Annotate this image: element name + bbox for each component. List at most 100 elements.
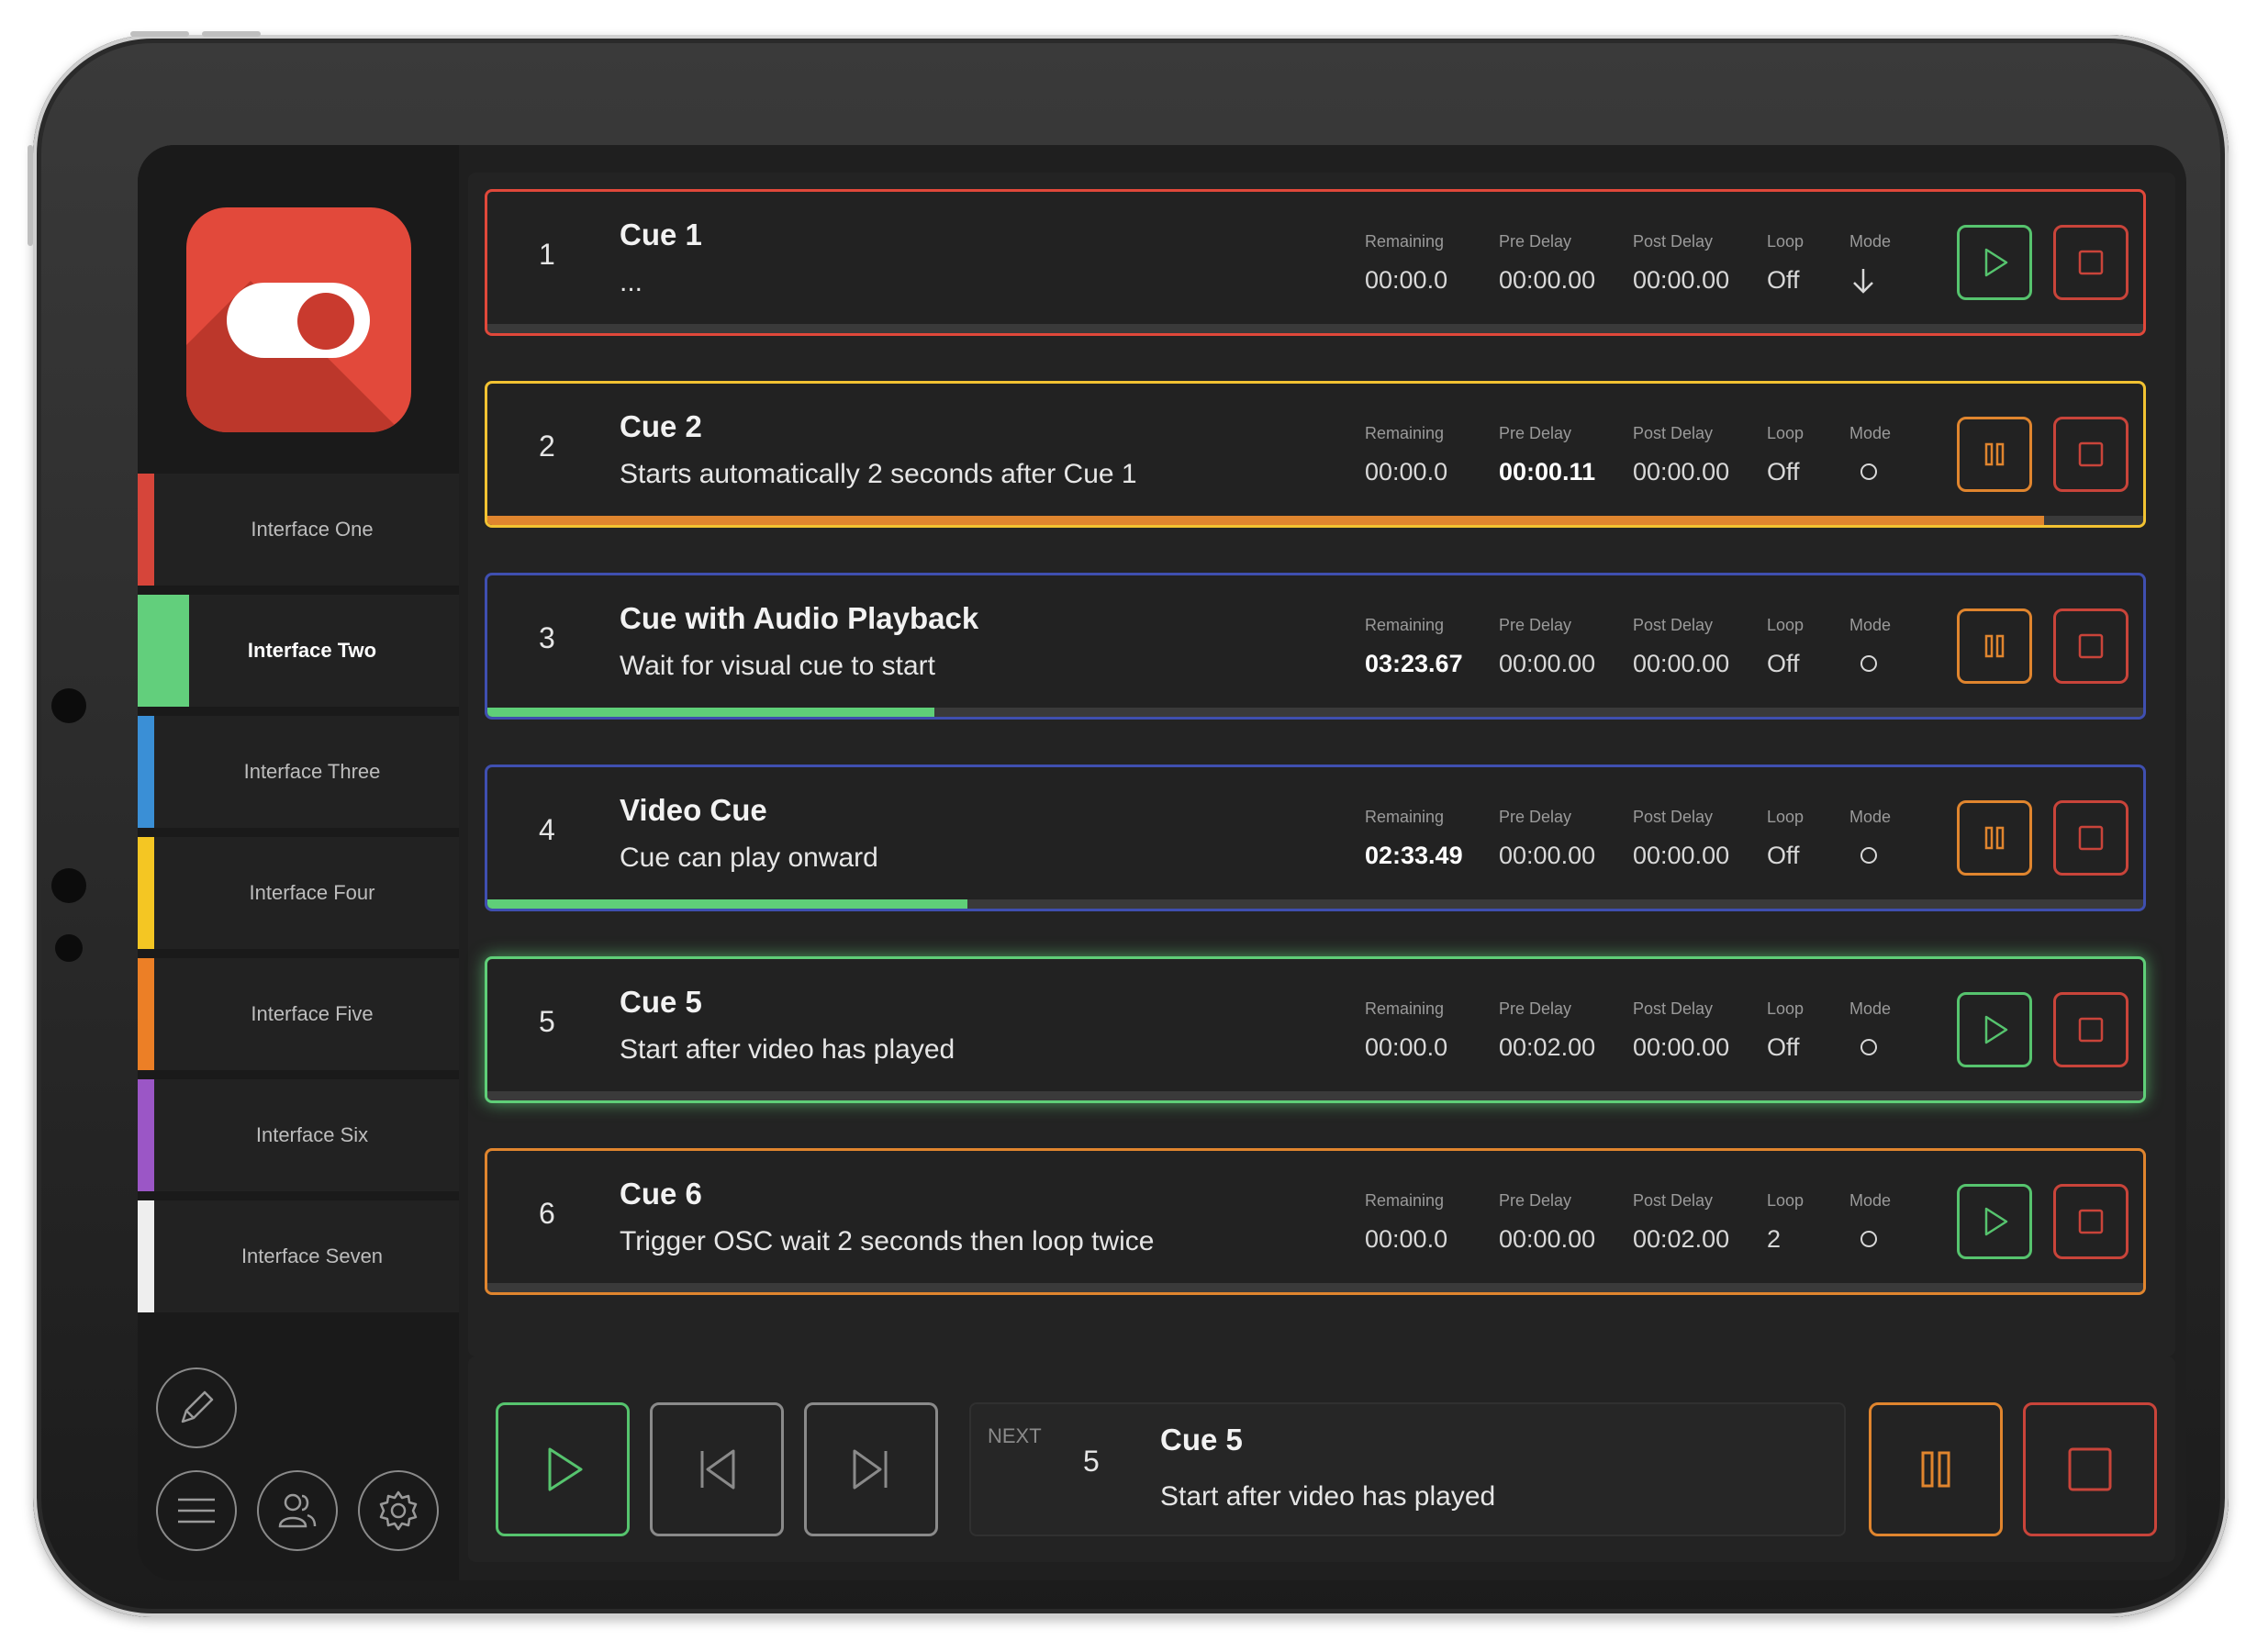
column-header: Post Delay <box>1633 808 1714 826</box>
settings-button[interactable] <box>358 1470 439 1551</box>
camera-lens <box>51 868 86 903</box>
cue-pause-button[interactable] <box>1957 608 2032 684</box>
column-header: Remaining <box>1365 1191 1445 1210</box>
cue-stop-button[interactable] <box>2053 800 2129 876</box>
column-header: Remaining <box>1365 232 1445 251</box>
sidebar-item-2[interactable]: Interface Two <box>138 595 459 707</box>
menu-icon <box>178 1498 215 1524</box>
column-header: Mode <box>1849 808 1892 826</box>
cue-pre-delay-value: 00:00.00 <box>1499 650 1596 677</box>
cue-loop-value: Off <box>1767 842 1800 869</box>
cue-play-button[interactable] <box>1957 225 2032 300</box>
sidebar-item-1[interactable]: Interface One <box>138 474 459 586</box>
top-button-1 <box>130 31 189 37</box>
cue-stop-button[interactable] <box>2053 417 2129 492</box>
next-cue-button[interactable] <box>804 1402 938 1536</box>
cue-progress-track <box>487 899 2143 909</box>
menu-button[interactable] <box>156 1470 237 1551</box>
column-header: Pre Delay <box>1499 232 1572 251</box>
cue-remaining-field: Remaining 00:00.0 <box>1365 232 1447 295</box>
previous-cue-button[interactable] <box>650 1402 784 1536</box>
sidebar-item-label: Interface Four <box>249 881 375 904</box>
cue-title: Video Cue <box>620 793 767 827</box>
sidebar-item-label: Interface Five <box>251 1002 374 1025</box>
side-button <box>28 145 33 246</box>
cue-post-delay-field: Post Delay 00:02.00 <box>1633 1191 1729 1254</box>
column-header: Mode <box>1849 1191 1892 1210</box>
pause-all-button[interactable] <box>1869 1402 2003 1536</box>
camera-flash <box>55 934 83 962</box>
cue-loop-value: Off <box>1767 1033 1800 1061</box>
column-header: Mode <box>1849 424 1892 442</box>
cue-row-6[interactable]: 6 Cue 6 Trigger OSC wait 2 seconds then lo… <box>485 1148 2146 1295</box>
cue-remaining-field: Remaining 00:00.0 <box>1365 999 1447 1062</box>
sidebar-item-5[interactable]: Interface Five <box>138 958 459 1070</box>
cue-description: ... <box>620 267 643 297</box>
cue-mode-value <box>1849 458 1891 486</box>
cue-mode-field: Mode <box>1849 808 1891 870</box>
cue-progress-fill <box>487 516 2044 525</box>
cue-row-4[interactable]: 4 Video Cue Cue can play onward Remaining 02… <box>485 765 2146 911</box>
cue-mode-field: Mode <box>1849 232 1891 302</box>
pause-icon <box>1921 1451 1950 1488</box>
circle-icon <box>1860 463 1877 480</box>
sidebar-item-6[interactable]: Interface Six <box>138 1079 459 1191</box>
cue-row-3[interactable]: 3 Cue with Audio Playback Wait for visual … <box>485 573 2146 720</box>
pause-icon <box>1984 442 2005 466</box>
sidebar-item-7[interactable]: Interface Seven <box>138 1200 459 1312</box>
cue-number: 4 <box>539 813 555 846</box>
column-header: Loop <box>1767 232 1804 251</box>
cue-mode-value <box>1849 650 1891 678</box>
stop-all-button[interactable] <box>2023 1402 2157 1536</box>
cue-play-button[interactable] <box>1957 1184 2032 1259</box>
edit-button[interactable] <box>156 1367 237 1448</box>
cue-description: Wait for visual cue to start <box>620 651 936 681</box>
cue-remaining-field: Remaining 00:00.0 <box>1365 1191 1447 1254</box>
cue-progress-track <box>487 1283 2143 1292</box>
cue-progress-track <box>487 1091 2143 1100</box>
users-button[interactable] <box>257 1470 338 1551</box>
sidebar-item-color-stripe <box>138 1200 154 1312</box>
cue-mode-field: Mode <box>1849 999 1891 1062</box>
cue-title: Cue 2 <box>620 409 702 443</box>
sidebar-item-3[interactable]: Interface Three <box>138 716 459 828</box>
go-play-button[interactable] <box>496 1402 630 1536</box>
cue-loop-field: Loop 2 <box>1767 1191 1804 1254</box>
cue-description: Starts automatically 2 seconds after Cue… <box>620 459 1137 489</box>
cue-row-5[interactable]: 5 Cue 5 Start after video has played Remain… <box>485 956 2146 1103</box>
cue-stop-button[interactable] <box>2053 608 2129 684</box>
cue-stop-button[interactable] <box>2053 225 2129 300</box>
cue-play-button[interactable] <box>1957 992 2032 1067</box>
cue-remaining-value: 00:00.0 <box>1365 1033 1448 1061</box>
pause-icon <box>1984 634 2005 658</box>
column-header: Mode <box>1849 999 1892 1018</box>
cue-number: 3 <box>539 621 555 654</box>
cue-post-delay-field: Post Delay 00:00.00 <box>1633 232 1729 295</box>
next-cue-number: 5 <box>1083 1445 1100 1478</box>
cue-progress-track <box>487 324 2143 333</box>
cue-row-1[interactable]: 1 Cue 1... Remaining 00:00.0 Pre Delay 00:00.… <box>485 189 2146 336</box>
app-screen: Interface One Interface Two Interface Thre… <box>138 145 2186 1580</box>
cue-stop-button[interactable] <box>2053 1184 2129 1259</box>
cue-post-delay-field: Post Delay 00:00.00 <box>1633 999 1729 1062</box>
column-header: Loop <box>1767 424 1804 442</box>
cue-remaining-field: Remaining 00:00.0 <box>1365 424 1447 486</box>
cue-row-2[interactable]: 2 Cue 2 Starts automatically 2 seconds aft… <box>485 381 2146 528</box>
column-header: Loop <box>1767 808 1804 826</box>
cue-stop-button[interactable] <box>2053 992 2129 1067</box>
cue-post-delay-value: 00:00.00 <box>1633 266 1730 294</box>
users-icon <box>278 1493 317 1528</box>
cue-pause-button[interactable] <box>1957 800 2032 876</box>
column-header: Pre Delay <box>1499 616 1572 634</box>
cue-remaining-field: Remaining 03:23.67 <box>1365 616 1463 678</box>
column-header: Post Delay <box>1633 999 1714 1018</box>
column-header: Mode <box>1849 616 1892 634</box>
cue-loop-field: Loop Off <box>1767 616 1804 678</box>
cue-title: Cue with Audio Playback <box>620 601 979 635</box>
cue-number: 1 <box>539 238 555 271</box>
cue-pause-button[interactable] <box>1957 417 2032 492</box>
stop-icon <box>2078 1209 2104 1234</box>
circle-icon <box>1860 1231 1877 1247</box>
sidebar-item-4[interactable]: Interface Four <box>138 837 459 949</box>
column-header: Post Delay <box>1633 616 1714 634</box>
